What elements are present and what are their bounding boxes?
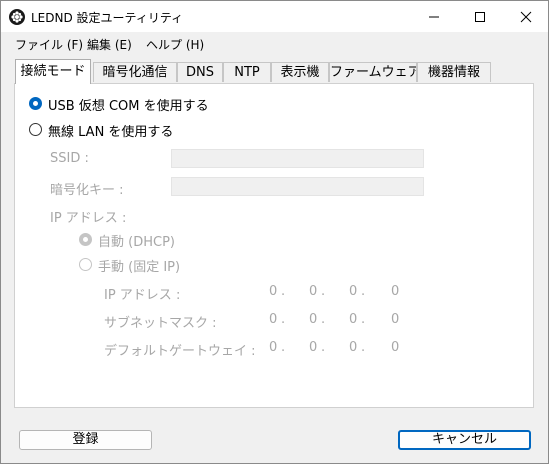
subnet-mask-label: サブネットマスク : [104,316,217,331]
ip-octet: 0 [349,284,358,299]
close-icon [520,11,532,23]
ip-section-label: IP アドレス : [50,211,127,226]
ip-dot: . [361,284,366,299]
ip-octet: 0 [391,284,400,299]
ip-octet: 0 [269,284,278,299]
ip-octet: 0 [309,312,318,327]
tab-encryption[interactable]: 暗号化通信 [93,62,177,82]
ip-octet: 0 [269,340,278,355]
menu-bar: ファイル (F) 編集 (E) ヘルプ (H) [1,32,548,56]
encryption-key-label: 暗号化キー : [50,183,124,198]
menu-edit[interactable]: 編集 (E) [87,36,132,53]
usb-radio-label[interactable]: USB 仮想 COM を使用する [48,95,209,114]
connection-panel: USB 仮想 COM を使用する 無線 LAN を使用する SSID : 暗号化… [14,83,534,408]
dhcp-radio-label[interactable]: 自動 (DHCP) [98,231,175,250]
encryption-key-input[interactable] [171,177,424,196]
ip-octet: 0 [349,312,358,327]
ip-dot: . [281,312,286,327]
tab-dns[interactable]: DNS [177,62,223,82]
ip-address-label: IP アドレス : [104,288,181,303]
ssid-label: SSID : [50,151,89,166]
minimize-icon [429,16,439,18]
maximize-button[interactable] [457,1,503,32]
register-button[interactable]: 登録 [19,430,152,450]
wlan-radio-label[interactable]: 無線 LAN を使用する [48,121,173,140]
ssid-input[interactable] [171,149,424,168]
dhcp-radio[interactable] [79,233,92,246]
app-icon [9,9,25,25]
ip-dot: . [281,340,286,355]
static-ip-radio[interactable] [79,258,92,271]
ip-octet: 0 [269,312,278,327]
tab-strip: 接続モード 暗号化通信 DNS NTP 表示機 ファームウェア 機器情報 [1,59,548,84]
ip-dot: . [361,340,366,355]
window-title: LEDND 設定ユーティリティ [31,11,184,25]
ip-octet: 0 [391,312,400,327]
usb-radio[interactable] [29,97,42,110]
default-gateway-label: デフォルトゲートウェイ : [104,344,256,359]
maximize-icon [475,12,485,22]
minimize-button[interactable] [411,1,457,32]
ip-dot: . [321,284,326,299]
title-bar[interactable]: LEDND 設定ユーティリティ [1,1,548,32]
ip-dot: . [321,312,326,327]
ip-dot: . [361,312,366,327]
menu-file[interactable]: ファイル (F) [15,36,83,53]
close-button[interactable] [503,1,549,32]
static-ip-radio-label[interactable]: 手動 (固定 IP) [98,256,180,275]
ip-dot: . [281,284,286,299]
ip-octet: 0 [349,340,358,355]
tab-firmware[interactable]: ファームウェア [329,62,417,82]
app-window: LEDND 設定ユーティリティ ファイル (F) 編集 (E) ヘルプ (H) … [0,0,549,464]
ip-dot: . [321,340,326,355]
ip-octet: 0 [309,284,318,299]
menu-help[interactable]: ヘルプ (H) [146,36,204,53]
tab-connection-mode[interactable]: 接続モード [15,59,91,84]
wlan-radio[interactable] [29,123,42,136]
ip-octet: 0 [309,340,318,355]
ip-octet: 0 [391,340,400,355]
tab-device-info[interactable]: 機器情報 [417,62,491,82]
tab-ntp[interactable]: NTP [223,62,271,82]
cancel-button[interactable]: キャンセル [398,430,531,450]
tab-display[interactable]: 表示機 [271,62,329,82]
